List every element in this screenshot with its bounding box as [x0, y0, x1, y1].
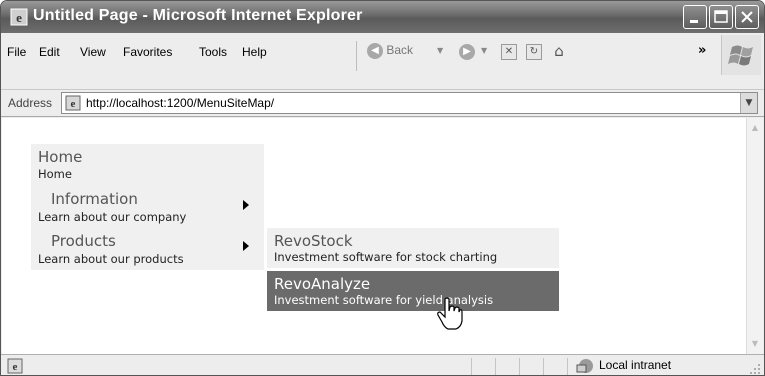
refresh-icon[interactable]: ↻	[526, 44, 542, 60]
status-divider	[567, 358, 568, 375]
menu-item-title: Products	[51, 232, 116, 250]
address-bar: Address e http://localhost:1200/MenuSite…	[1, 90, 764, 117]
vertical-scrollbar[interactable]: ▲ ▼	[746, 118, 763, 354]
close-icon	[741, 11, 753, 23]
menu-bar: File Edit View Favorites Tools Help ◀ Ba…	[1, 33, 764, 90]
forward-dropdown-icon[interactable]: ▼	[481, 46, 487, 55]
menu-item-title: Home	[38, 148, 83, 166]
scroll-down-icon[interactable]: ▼	[747, 336, 763, 352]
scroll-up-icon[interactable]: ▲	[747, 120, 763, 136]
menu-favorites[interactable]: Favorites	[123, 45, 172, 59]
status-divider	[495, 358, 496, 375]
menu-tools[interactable]: Tools	[199, 45, 227, 59]
toolbar-separator	[356, 41, 357, 71]
status-bar: e Local intranet	[1, 354, 764, 375]
close-button[interactable]	[735, 5, 759, 29]
menu-item-description: Learn about our company	[38, 210, 187, 224]
submenu-item-title: RevoAnalyze	[274, 275, 371, 293]
address-url: http://localhost:1200/MenuSiteMap/	[86, 96, 275, 110]
submenu-arrow-icon	[243, 200, 249, 210]
intranet-icon	[576, 359, 593, 373]
stop-icon[interactable]: ✕	[501, 44, 517, 60]
status-divider	[543, 358, 544, 375]
maximize-button[interactable]	[709, 5, 733, 29]
hand-cursor-icon	[437, 297, 463, 330]
submenu-item-revostock[interactable]: RevoStock Investment software for stock …	[267, 228, 559, 268]
svg-text:e: e	[16, 10, 22, 25]
menu-edit[interactable]: Edit	[39, 45, 60, 59]
submenu-item-description: Investment software for stock charting	[274, 250, 498, 264]
windows-logo	[721, 35, 761, 75]
svg-text:e: e	[71, 98, 76, 110]
address-input[interactable]: e http://localhost:1200/MenuSiteMap/ ▼	[61, 92, 758, 114]
windows-flag-icon	[728, 45, 753, 66]
back-label: Back	[386, 43, 414, 58]
status-divider	[471, 358, 472, 375]
home-icon[interactable]: ⌂	[551, 44, 567, 60]
site-menu: Home Home Information Learn about our co…	[31, 144, 264, 270]
submenu-item-revoanalyze[interactable]: RevoAnalyze Investment software for yiel…	[267, 271, 559, 311]
title-bar[interactable]: e Untitled Page - Microsoft Internet Exp…	[1, 1, 764, 33]
address-dropdown-icon[interactable]: ▼	[740, 93, 757, 113]
back-arrow-icon: ◀	[367, 43, 383, 59]
submenu-item-title: RevoStock	[274, 232, 353, 250]
security-zone-label: Local intranet	[599, 358, 672, 372]
ie-icon: e	[10, 8, 28, 26]
menu-item-home[interactable]: Home Home	[31, 148, 264, 186]
forward-button[interactable]: ▶	[459, 44, 475, 60]
minimize-icon	[690, 20, 698, 23]
resize-grip-icon[interactable]	[749, 363, 761, 375]
window-title: Untitled Page - Microsoft Internet Explo…	[33, 7, 363, 24]
menu-view[interactable]: View	[80, 45, 106, 59]
page-icon: e	[65, 95, 81, 111]
menu-help[interactable]: Help	[242, 45, 267, 59]
menu-item-title: Information	[51, 190, 138, 208]
menu-item-description: Learn about our products	[38, 252, 184, 266]
menu-item-products[interactable]: Products Learn about our products	[31, 232, 264, 270]
submenu-arrow-icon	[243, 241, 249, 251]
minimize-button[interactable]	[683, 5, 707, 29]
toolbar-chevron-icon[interactable]: »	[698, 43, 706, 58]
status-divider	[519, 358, 520, 375]
svg-text:e: e	[13, 361, 18, 373]
address-label: Address	[8, 96, 53, 110]
back-dropdown-icon[interactable]: ▼	[437, 46, 443, 55]
menu-item-description: Home	[38, 167, 72, 181]
browser-window: e Untitled Page - Microsoft Internet Exp…	[0, 0, 765, 376]
menu-file[interactable]: File	[7, 45, 26, 59]
back-button[interactable]: ◀ Back	[367, 43, 413, 59]
page-status-icon: e	[7, 358, 23, 374]
maximize-icon	[714, 10, 728, 23]
menu-item-information[interactable]: Information Learn about our company	[31, 190, 264, 228]
